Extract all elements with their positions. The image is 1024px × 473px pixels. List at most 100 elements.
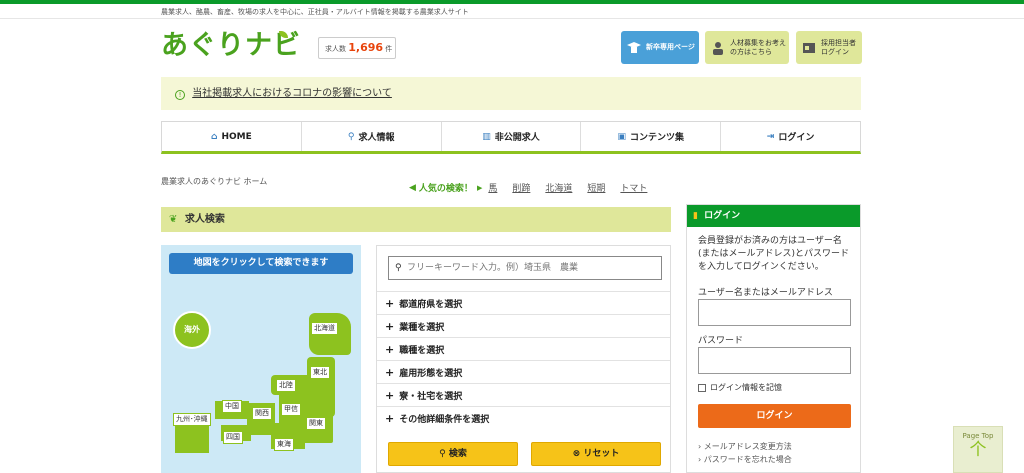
popular-keyword[interactable]: トマト xyxy=(620,181,647,194)
japan-map-panel: 地図をクリックして検索できます 海外 北海道 東北 北陸 甲信 関東 東海 関西… xyxy=(161,245,361,473)
job-count-label: 求人数 xyxy=(325,45,346,53)
header-divider xyxy=(0,18,1024,19)
new-grad-button[interactable]: 新卒専用ページ xyxy=(621,31,699,64)
filter-list: + 都道府県を選択 + 業種を選択 + 職種を選択 + 雇用形態を選択 + 寮・社宅を選択… xyxy=(377,291,670,429)
remember-label: ログイン情報を記憶 xyxy=(710,383,782,392)
recruiter-login-label: 採用担当者 ログイン xyxy=(821,39,856,57)
filter-other-conditions[interactable]: + その他詳細条件を選択 xyxy=(377,406,670,429)
password-input[interactable] xyxy=(698,347,851,374)
plus-icon: + xyxy=(385,412,395,425)
nav-item-login-label: ログイン xyxy=(778,133,815,143)
nav-item-home[interactable]: ⌂ HOME xyxy=(162,122,302,151)
login-panel: ▮ ログイン 会員登録がお済みの方はユーザー名(またはメールアドレス)とパスワー… xyxy=(686,204,861,473)
page-top-button[interactable]: Page Top 个 xyxy=(953,426,1003,473)
region-shikoku[interactable]: 四国 xyxy=(223,431,243,444)
nav-item-login[interactable]: ⇥ ログイン xyxy=(721,122,860,151)
region-overseas[interactable]: 海外 xyxy=(173,311,211,349)
map-instruction-button[interactable]: 地図をクリックして検索できます xyxy=(169,253,353,274)
search-icon: ⚲ xyxy=(395,263,402,273)
nav-item-home-label: HOME xyxy=(221,131,252,142)
region-hokkaido[interactable]: 北海道 xyxy=(311,322,338,335)
region-koshinetsu[interactable]: 甲信 xyxy=(281,403,301,416)
plus-icon: + xyxy=(385,389,395,402)
nav-item-private-jobs[interactable]: ▥ 非公開求人 xyxy=(442,122,582,151)
arrow-up-icon: 个 xyxy=(969,440,987,460)
filter-occupation[interactable]: + 職種を選択 xyxy=(377,337,670,360)
site-tagline: 農業求人、酪農、畜産、牧場の求人を中心に、正社員・アルバイト情報を掲載する農業求… xyxy=(161,8,469,16)
region-kansai[interactable]: 関西 xyxy=(252,407,272,420)
change-email-link-label: メールアドレス変更方法 xyxy=(703,442,792,451)
filter-employment-type[interactable]: + 雇用形態を選択 xyxy=(377,360,670,383)
login-submit-button[interactable]: ログイン xyxy=(698,404,851,428)
book-icon: ▣ xyxy=(617,131,627,142)
nav-item-jobs[interactable]: ⚲ 求人情報 xyxy=(302,122,442,151)
breadcrumb[interactable]: 農業求人のあぐりナビ ホーム xyxy=(161,176,267,187)
job-search-title: 求人検索 xyxy=(184,214,225,225)
plus-icon: + xyxy=(385,343,395,356)
recruiter-login-line1: 採用担当者 xyxy=(821,38,856,47)
job-count-value: 1,696 xyxy=(348,41,384,54)
search-button[interactable]: ⚲ 検索 xyxy=(388,442,518,466)
remember-checkbox[interactable] xyxy=(698,383,706,392)
corporate-recruit-line2: の方はこちら xyxy=(730,47,772,56)
filter-label: その他詳細条件を選択 xyxy=(399,415,490,425)
triangle-right-icon: ▶ xyxy=(476,183,483,192)
region-hokuriku[interactable]: 北陸 xyxy=(276,379,296,392)
forgot-password-link[interactable]: › パスワードを忘れた場合 xyxy=(698,454,792,465)
plus-icon: + xyxy=(385,366,395,379)
plus-icon: + xyxy=(385,320,395,333)
region-tohoku[interactable]: 東北 xyxy=(310,366,330,379)
nav-item-contents-label: コンテンツ集 xyxy=(630,133,685,143)
megaphone-icon: ◀ xyxy=(409,182,416,193)
main-nav: ⌂ HOME ⚲ 求人情報 ▥ 非公開求人 ▣ コンテンツ集 ⇥ ログイン xyxy=(161,121,861,154)
filter-industry[interactable]: + 業種を選択 xyxy=(377,314,670,337)
lock-icon: ▮ xyxy=(693,211,698,221)
filter-label: 業種を選択 xyxy=(399,323,445,333)
plus-icon: + xyxy=(385,297,395,310)
filter-label: 雇用形態を選択 xyxy=(399,369,463,379)
filter-label: 寮・社宅を選択 xyxy=(399,392,463,402)
keyword-search-input[interactable] xyxy=(388,256,662,280)
filter-prefecture[interactable]: + 都道府県を選択 xyxy=(377,291,670,314)
username-label: ユーザー名またはメールアドレス xyxy=(698,288,833,298)
username-input[interactable] xyxy=(698,299,851,326)
graduate-cap-icon xyxy=(627,41,641,53)
recruiter-login-button[interactable]: 採用担当者 ログイン xyxy=(796,31,862,64)
region-chugoku[interactable]: 中国 xyxy=(222,400,242,413)
new-grad-label: 新卒専用ページ xyxy=(646,43,695,51)
close-circle-icon: ⊗ xyxy=(572,449,581,459)
search-form: ⚲ + 都道府県を選択 + 業種を選択 + 職種を選択 + 雇用形態を選択 + 寮・社宅を… xyxy=(376,245,671,473)
reset-button[interactable]: ⊗ リセット xyxy=(531,442,661,466)
site-logo[interactable]: あぐりナビ xyxy=(161,29,301,63)
filter-housing[interactable]: + 寮・社宅を選択 xyxy=(377,383,670,406)
region-kanto[interactable]: 関東 xyxy=(306,417,326,430)
popular-keyword[interactable]: 馬 xyxy=(488,181,497,194)
login-title: ログイン xyxy=(704,211,741,221)
search-button-label: 検索 xyxy=(448,449,467,459)
corona-notice-link[interactable]: 当社掲載求人におけるコロナの影響について xyxy=(192,88,392,99)
popular-keyword[interactable]: 削蹄 xyxy=(512,181,530,194)
popular-keyword[interactable]: 北海道 xyxy=(545,181,572,194)
password-label: パスワード xyxy=(698,336,744,346)
filter-label: 職種を選択 xyxy=(399,346,445,356)
page-top-label: Page Top xyxy=(962,432,994,440)
region-tokai[interactable]: 東海 xyxy=(274,438,294,451)
remember-login[interactable]: ログイン情報を記憶 xyxy=(698,382,782,393)
popular-label: 人気の検索！ xyxy=(418,184,473,194)
login-icon: ⇥ xyxy=(766,131,775,142)
top-accent-bar xyxy=(0,0,1024,4)
reset-button-label: リセット xyxy=(583,449,620,459)
login-header: ▮ ログイン xyxy=(687,205,860,227)
popular-keyword[interactable]: 短期 xyxy=(587,181,605,194)
filter-label: 都道府県を選択 xyxy=(399,300,463,310)
corporate-recruit-button[interactable]: 人材募集をお考え の方はこちら xyxy=(705,31,789,64)
info-icon: ! xyxy=(175,90,185,100)
corporate-recruit-line1: 人材募集をお考え xyxy=(730,38,786,47)
nav-item-jobs-label: 求人情報 xyxy=(358,133,395,143)
nav-item-contents[interactable]: ▣ コンテンツ集 xyxy=(581,122,722,151)
corporate-recruit-label: 人材募集をお考え の方はこちら xyxy=(730,39,786,57)
recruiter-login-line2: ログイン xyxy=(821,47,849,56)
change-email-link[interactable]: › メールアドレス変更方法 xyxy=(698,441,792,452)
sprout-icon: ❦ xyxy=(169,214,178,225)
region-kyushu[interactable]: 九州･沖縄 xyxy=(173,413,211,426)
